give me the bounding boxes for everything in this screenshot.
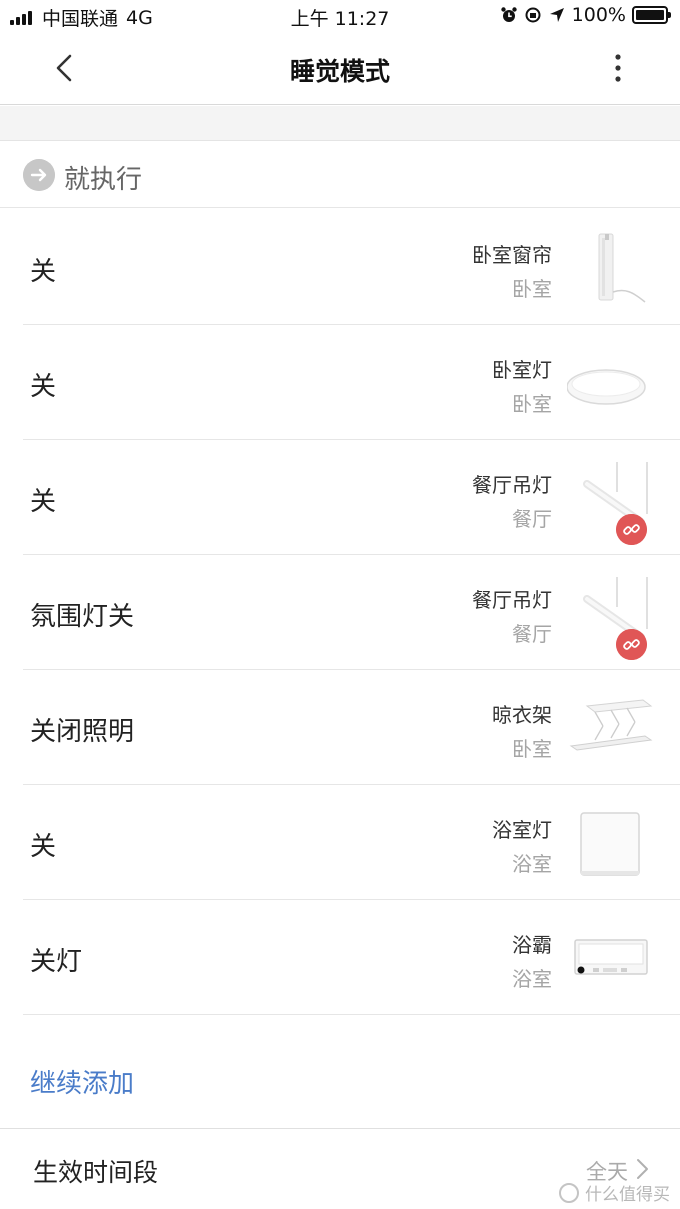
- device-room: 餐厅: [512, 622, 552, 646]
- watermark-text: 什么值得买: [585, 1185, 670, 1205]
- execute-section-header: 就执行: [0, 142, 680, 208]
- action-list: 关 卧室窗帘 卧室 关 卧室灯 卧室 关 餐厅吊灯 餐厅 氛围灯关 餐厅吊灯 餐…: [0, 210, 680, 1015]
- alarm-icon: [500, 7, 517, 22]
- battery-icon: [632, 6, 671, 24]
- action-label: 关: [30, 372, 57, 402]
- location-icon: [549, 8, 564, 22]
- device-info: 卧室灯 卧室: [492, 357, 552, 417]
- action-row[interactable]: 关灯 浴霸 浴室: [23, 900, 680, 1015]
- arrow-right-circle-icon: [23, 159, 55, 191]
- chevron-right-icon: [637, 1159, 648, 1179]
- device-name: 晾衣架: [492, 703, 552, 727]
- device-room: 卧室: [512, 392, 552, 416]
- device-room: 餐厅: [512, 507, 552, 531]
- action-label: 关: [30, 257, 57, 287]
- device-info: 浴室灯 浴室: [492, 817, 552, 877]
- ceiling-light-icon: [567, 369, 646, 405]
- section-divider: [0, 106, 680, 141]
- device-name: 卧室灯: [492, 358, 552, 382]
- device-name: 浴室灯: [492, 818, 552, 842]
- bath-heater-icon: [574, 939, 648, 975]
- action-row[interactable]: 氛围灯关 餐厅吊灯 餐厅: [23, 555, 680, 670]
- action-row[interactable]: 关 卧室窗帘 卧室: [23, 210, 680, 325]
- execute-label: 就执行: [64, 165, 143, 195]
- action-row[interactable]: 关 卧室灯 卧室: [23, 325, 680, 440]
- action-row[interactable]: 关闭照明 晾衣架 卧室: [23, 670, 680, 785]
- more-vertical-icon[interactable]: [608, 52, 628, 84]
- clothes-rack-icon: [569, 699, 653, 751]
- device-info: 浴霸 浴室: [512, 932, 552, 992]
- add-more-link[interactable]: 继续添加: [30, 1063, 134, 1100]
- action-label: 关: [30, 487, 57, 517]
- watermark: 什么值得买: [559, 1180, 670, 1205]
- page-title: 睡觉模式: [289, 57, 390, 86]
- action-label: 氛围灯关: [30, 602, 135, 632]
- device-name: 餐厅吊灯: [472, 588, 552, 612]
- nav-bar: 睡觉模式: [0, 32, 680, 105]
- effective-time-label: 生效时间段: [33, 1158, 159, 1187]
- device-info: 餐厅吊灯 餐厅: [472, 587, 552, 647]
- device-room: 卧室: [512, 737, 552, 761]
- action-label: 关灯: [30, 947, 83, 977]
- device-name: 浴霸: [512, 933, 552, 957]
- status-bar: 中国联通 4G 上午 11:27 100%: [0, 0, 680, 32]
- device-room: 卧室: [512, 277, 552, 301]
- panel-light-icon: [580, 812, 640, 876]
- action-label: 关: [30, 832, 57, 862]
- offline-link-icon: [616, 629, 647, 660]
- device-info: 卧室窗帘 卧室: [472, 242, 552, 302]
- device-room: 浴室: [512, 967, 552, 991]
- device-info: 餐厅吊灯 餐厅: [472, 472, 552, 532]
- offline-link-icon: [616, 514, 647, 545]
- rotation-lock-icon: [525, 7, 541, 23]
- action-row[interactable]: 关 浴室灯 浴室: [23, 785, 680, 900]
- action-row[interactable]: 关 餐厅吊灯 餐厅: [23, 440, 680, 555]
- device-room: 浴室: [512, 852, 552, 876]
- status-right: 100%: [494, 4, 671, 26]
- watermark-logo-icon: [559, 1182, 579, 1203]
- curtain-motor-icon: [598, 233, 646, 303]
- device-name: 卧室窗帘: [472, 243, 552, 267]
- device-name: 餐厅吊灯: [472, 473, 552, 497]
- action-label: 关闭照明: [30, 717, 135, 747]
- device-info: 晾衣架 卧室: [492, 702, 552, 762]
- battery-percent: 100%: [571, 4, 626, 26]
